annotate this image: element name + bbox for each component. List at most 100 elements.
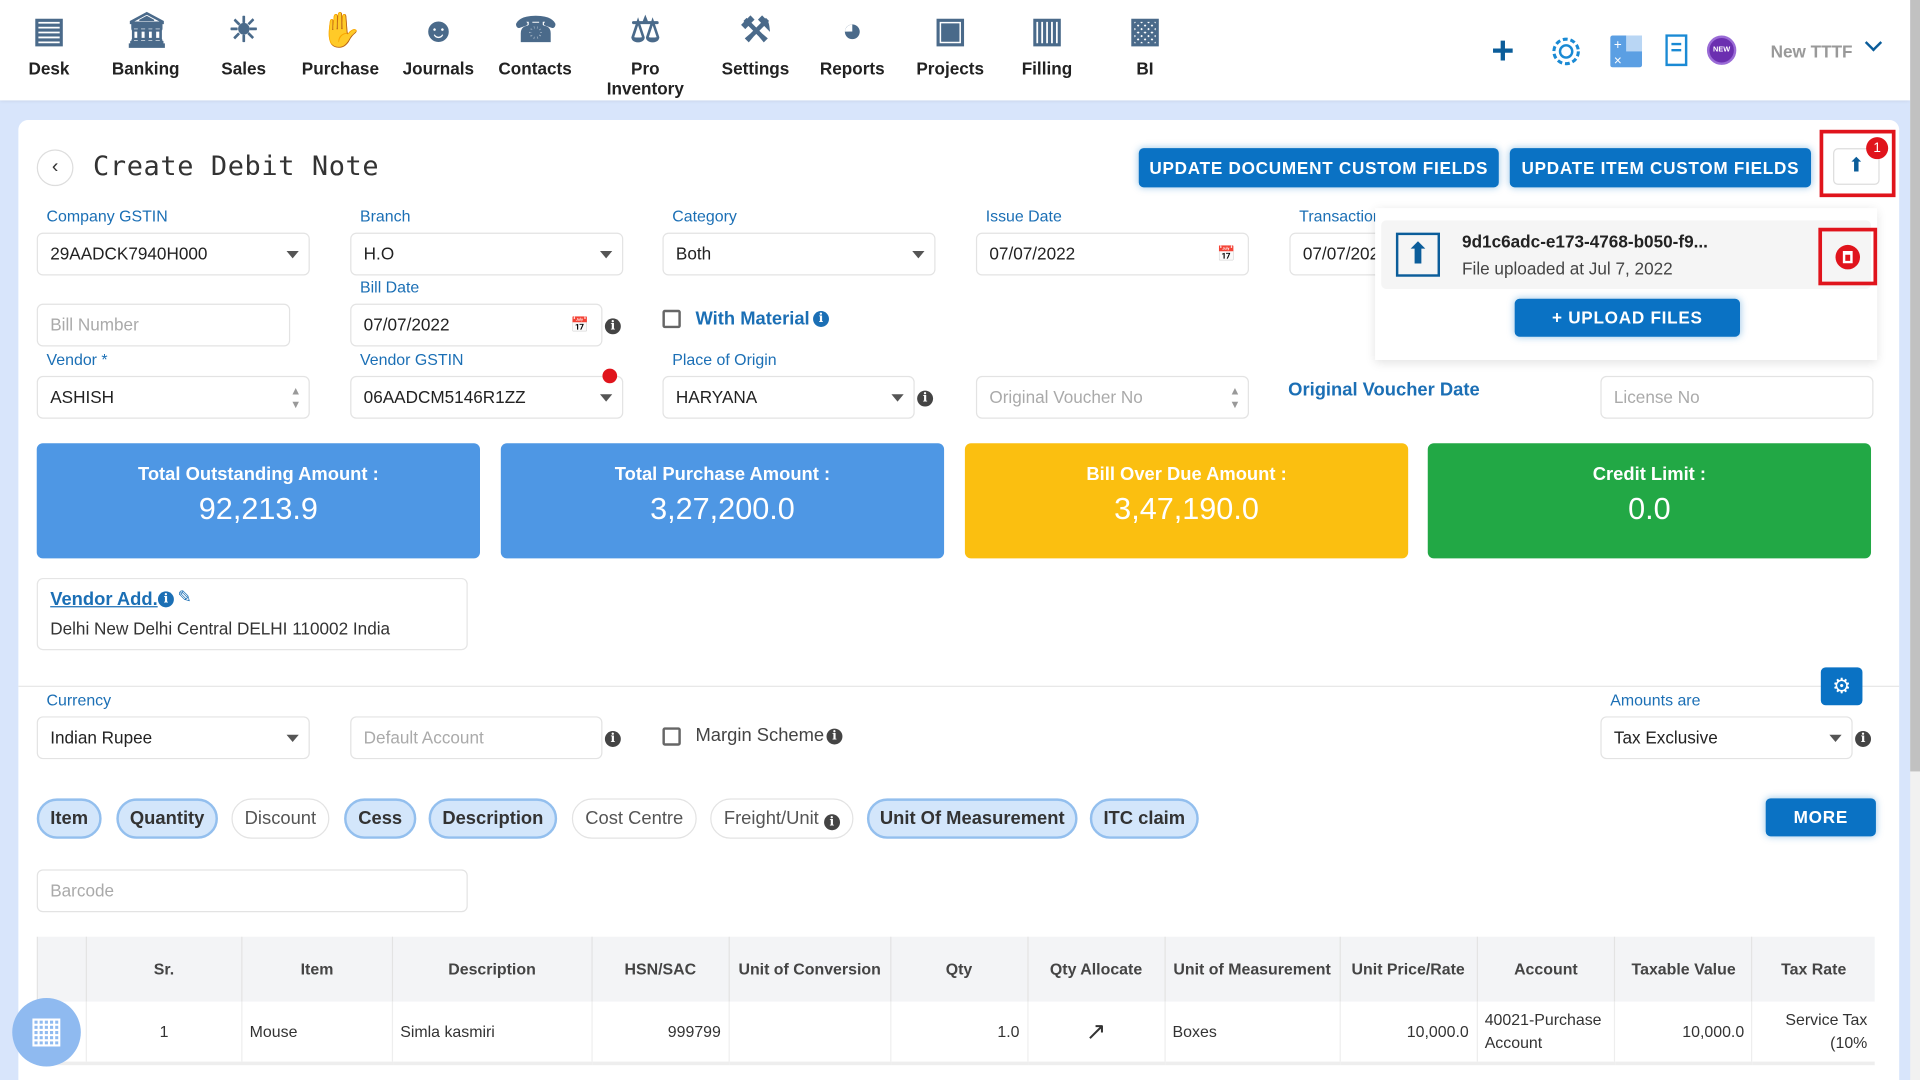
chevron-down-icon — [600, 394, 613, 402]
info-icon: i — [604, 731, 621, 747]
update-item-custom-fields-button[interactable]: UPDATE ITEM CUSTOM FIELDS — [1509, 148, 1812, 188]
original-voucher-date-label[interactable]: Original Voucher Date — [1288, 380, 1480, 401]
nav-journals[interactable]: ☻ Journals — [389, 7, 487, 78]
new-badge-icon[interactable]: NEW — [1706, 35, 1737, 65]
bank-icon: 🏛 — [124, 11, 169, 49]
nav-projects[interactable]: ▣ Projects — [901, 7, 999, 78]
column-toggle-chip[interactable]: Cost Centre — [571, 798, 697, 839]
desk-icon: ▤ — [32, 11, 66, 49]
margin-scheme-checkbox[interactable] — [662, 727, 681, 746]
nav-pro-inventory[interactable]: ⚖ Pro Inventory — [596, 7, 694, 98]
column-toggle-chip[interactable]: ITC claim — [1089, 798, 1199, 839]
nav-purchase[interactable]: ✋ Purchase — [291, 7, 389, 78]
branch-input[interactable]: H.O — [350, 232, 624, 276]
upload-popup: ⬆ 9d1c6adc-e173-4768-b050-f9... File upl… — [1375, 208, 1878, 361]
nav-contacts[interactable]: ☎ Contacts — [486, 7, 584, 78]
column-toggle-chip[interactable]: Item — [36, 798, 102, 839]
document-folder-icon[interactable] — [1665, 34, 1689, 68]
bi-icon: ▩ — [1128, 11, 1162, 49]
back-button[interactable]: ‹ — [36, 149, 74, 187]
stat-card: Total Outstanding Amount : 92,213.9 — [36, 443, 481, 559]
original-voucher-no-input[interactable]: Original Voucher No ▲ ▼ — [975, 375, 1249, 419]
column-header: Account — [1476, 936, 1616, 1002]
issue-date-input[interactable]: 07/07/2022 📅 — [975, 232, 1249, 276]
column-toggle-chip[interactable]: Description — [428, 798, 558, 839]
edit-icon[interactable]: ✎ — [178, 587, 192, 608]
file-name[interactable]: 9d1c6adc-e173-4768-b050-f9... — [1462, 231, 1708, 251]
margin-scheme-label: Margin Scheme — [695, 724, 825, 746]
category-input[interactable]: Both — [662, 232, 936, 276]
branch-label: Branch — [360, 206, 411, 226]
column-toggle-chip[interactable]: Discount — [231, 798, 330, 839]
with-material-checkbox[interactable] — [662, 309, 681, 329]
stat-value: 92,213.9 — [198, 492, 318, 527]
company-name[interactable]: New TTTF — [1771, 42, 1853, 62]
column-header: Description — [391, 936, 592, 1002]
column-header: Item — [241, 936, 393, 1002]
nav-settings[interactable]: ⚒ Settings — [707, 7, 805, 78]
table-cell: 1 — [85, 1001, 242, 1065]
currency-input[interactable]: Indian Rupee — [36, 716, 310, 760]
nav-banking[interactable]: 🏛 Banking — [97, 7, 195, 78]
default-account-input[interactable]: Default Account — [350, 716, 603, 760]
upload-count-badge: 1 — [1866, 137, 1889, 160]
nav-desk[interactable]: ▤ Desk — [0, 7, 98, 78]
column-toggle-chip[interactable]: Quantity — [116, 798, 218, 839]
table-cell: 40021-Purchase Account — [1476, 1001, 1616, 1065]
column-header — [36, 936, 87, 1002]
nav-reports[interactable]: ◕ Reports — [803, 7, 901, 78]
chevron-down-icon — [912, 251, 925, 259]
vendor-gstin-label: Vendor GSTIN — [360, 350, 464, 369]
upload-files-button[interactable]: + UPLOAD FILES — [1514, 298, 1741, 337]
calendar-icon[interactable]: 📅 — [571, 305, 589, 345]
file-status: File uploaded at Jul 7, 2022 — [1462, 258, 1673, 278]
with-material-label: With Material — [695, 308, 810, 330]
settings-button[interactable]: ⚙ — [1820, 667, 1863, 706]
column-toggle-chip[interactable]: Cess — [344, 798, 417, 839]
vendor-gstin-input[interactable]: 06AADCM5146R1ZZ — [350, 375, 624, 419]
amounts-are-input[interactable]: Tax Exclusive — [1600, 716, 1853, 760]
trash-icon — [1835, 244, 1861, 270]
column-toggle-chip[interactable]: Freight/Unit i — [710, 798, 854, 839]
add-icon[interactable]: + — [1491, 31, 1514, 70]
bill-number-input[interactable]: Bill Number — [36, 303, 291, 347]
issue-date-label: Issue Date — [985, 206, 1062, 226]
vendor-address-box: Vendor Add. i ✎ Delhi New Delhi Central … — [36, 577, 468, 651]
company-gstin-label: Company GSTIN — [46, 206, 168, 226]
table-row[interactable]: 1 Mouse Simla kasmiri 999799 1.0 ↗ Boxes 10,000… — [36, 1001, 1875, 1065]
info-icon: i — [917, 390, 934, 407]
chevron-down-icon[interactable] — [1864, 34, 1883, 52]
nav-bi[interactable]: ▩ BI — [1096, 7, 1194, 78]
upload-toggle-button[interactable]: ⬆ 1 — [1819, 129, 1896, 198]
nav-filling[interactable]: ▥ Filling — [998, 7, 1096, 78]
company-gstin-input[interactable]: 29AADCK7940H000 — [36, 232, 310, 276]
license-no-input[interactable]: License No — [1600, 375, 1874, 419]
place-of-origin-label: Place of Origin — [672, 350, 777, 369]
calendar-icon[interactable]: 📅 — [1217, 234, 1235, 274]
place-of-origin-input[interactable]: HARYANA — [662, 375, 915, 419]
table-cell: Mouse — [241, 1001, 393, 1065]
table-cell — [728, 1001, 891, 1065]
transaction-date-label: Transaction — [1299, 206, 1382, 226]
apps-grid-button[interactable]: ▦ — [12, 997, 81, 1067]
chevron-down-icon — [286, 734, 299, 743]
vendor-input[interactable]: ASHISH ▲ ▼ — [36, 375, 310, 419]
barcode-input[interactable]: Barcode — [36, 869, 468, 913]
open-external-icon[interactable]: ↗ — [1086, 1018, 1107, 1045]
update-document-custom-fields-button[interactable]: UPDATE DOCUMENT CUSTOM FIELDS — [1138, 148, 1499, 188]
bill-date-input[interactable]: 07/07/2022 📅 — [350, 303, 603, 347]
delete-file-button[interactable] — [1818, 227, 1878, 286]
scrollbar[interactable] — [1910, 0, 1920, 1080]
calculator-icon[interactable]: +× — [1610, 35, 1643, 68]
more-button[interactable]: MORE — [1765, 798, 1876, 837]
table-cell: Boxes — [1163, 1001, 1340, 1065]
column-toggle-chip[interactable]: Unit Of Measurement — [866, 798, 1078, 839]
nav-sales[interactable]: ☀ Sales — [195, 7, 293, 78]
column-header: Unit Price/Rate — [1339, 936, 1477, 1002]
purchase-icon: ✋ — [319, 11, 363, 49]
stat-title: Credit Limit : — [1592, 464, 1707, 485]
uploaded-file-row: ⬆ 9d1c6adc-e173-4768-b050-f9... File upl… — [1381, 220, 1872, 289]
vendor-address-link[interactable]: Vendor Add. — [50, 589, 157, 610]
gear-icon[interactable] — [1549, 34, 1583, 68]
reports-icon: ◕ — [841, 11, 863, 49]
